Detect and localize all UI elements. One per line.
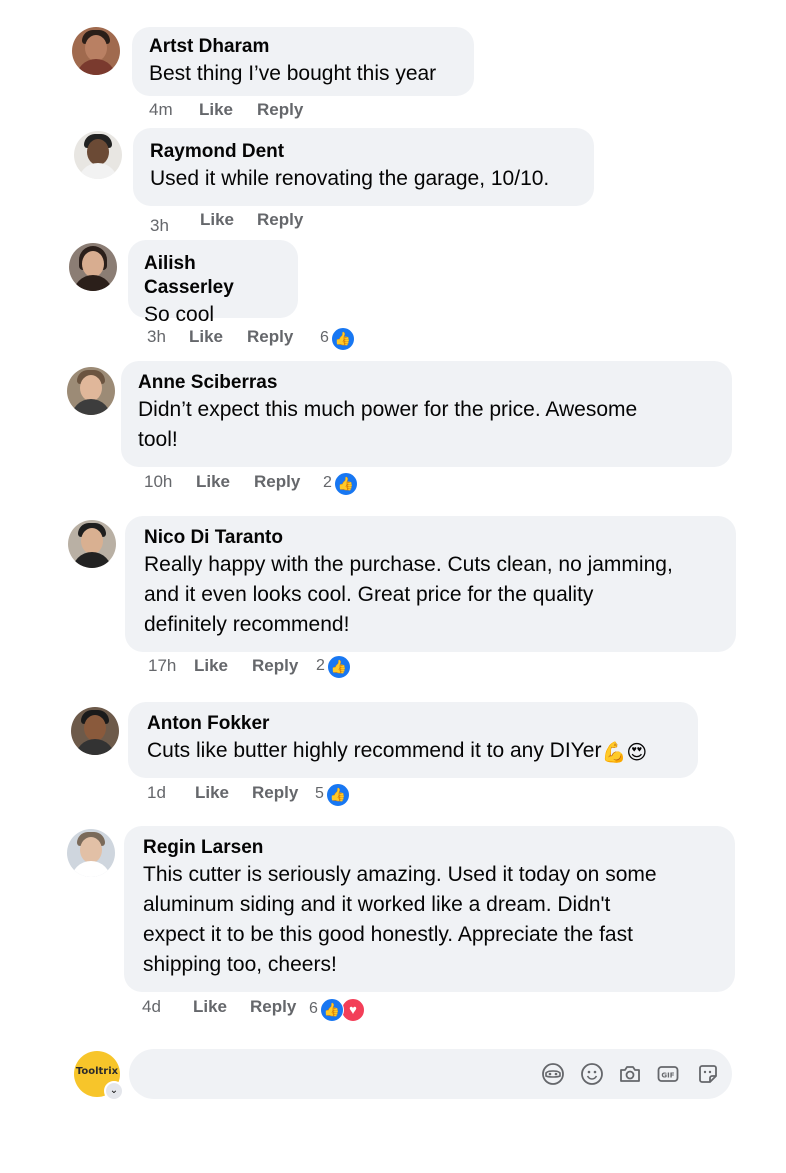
emoji-icon[interactable] — [580, 1062, 604, 1086]
user-avatar[interactable] — [67, 829, 115, 877]
commenter-name[interactable]: Regin Larsen — [143, 836, 721, 860]
reply-button[interactable]: Reply — [257, 100, 303, 120]
comment-text: shipping too, cheers! — [143, 953, 337, 976]
sticker-icon[interactable] — [696, 1062, 720, 1086]
like-reaction-icon: 👍 — [326, 783, 350, 807]
comment-text: definitely recommend! — [144, 613, 350, 636]
like-button[interactable]: Like — [200, 210, 234, 230]
heart-eyes-emoji-icon: 😍 — [626, 742, 648, 764]
reaction-summary[interactable]: 6 👍 ♥ — [309, 998, 369, 1022]
reply-button[interactable]: Reply — [257, 210, 303, 230]
comment-text: and it even looks cool. Great price for … — [144, 583, 594, 606]
avatar-sticker-icon[interactable] — [541, 1062, 565, 1086]
comment-composer[interactable]: GIF — [129, 1049, 732, 1099]
page-avatar[interactable]: Tooltrix ⌄ — [74, 1051, 124, 1101]
reply-button[interactable]: Reply — [250, 997, 296, 1017]
comment-time[interactable]: 4m — [149, 100, 173, 120]
flexed-biceps-emoji-icon: 💪 — [601, 742, 627, 764]
commenter-name[interactable]: Ailish Casserley — [144, 252, 284, 300]
reaction-summary[interactable]: 6 👍 — [320, 327, 356, 351]
reply-button[interactable]: Reply — [252, 783, 298, 803]
comment-text: This cutter is seriously amazing. Used i… — [143, 863, 657, 886]
comment-text: Cuts like butter highly recommend it to … — [147, 736, 684, 766]
comment-text: expect it to be this good honestly. Appr… — [143, 923, 633, 946]
reaction-count: 6 — [320, 329, 329, 346]
user-avatar[interactable] — [74, 131, 122, 179]
camera-icon[interactable] — [618, 1062, 642, 1086]
comment-bubble: Artst Dharam Best thing I’ve bought this… — [132, 27, 474, 96]
svg-text:GIF: GIF — [661, 1072, 674, 1080]
user-avatar[interactable] — [72, 27, 120, 75]
comment-time[interactable]: 1d — [147, 783, 166, 803]
reaction-summary[interactable]: 2 👍 — [316, 655, 352, 679]
comment-text: Best thing I’ve bought this year — [149, 62, 437, 85]
reaction-summary[interactable]: 2 👍 — [323, 472, 359, 496]
comment-text-content: Cuts like butter highly recommend it to … — [147, 739, 602, 762]
commenter-name[interactable]: Nico Di Taranto — [144, 526, 722, 550]
reaction-count: 6 — [309, 1000, 318, 1017]
comment-bubble: Raymond Dent Used it while renovating th… — [133, 128, 594, 206]
love-reaction-icon: ♥ — [341, 998, 365, 1022]
user-avatar[interactable] — [71, 707, 119, 755]
like-button[interactable]: Like — [195, 783, 229, 803]
like-button[interactable]: Like — [193, 997, 227, 1017]
like-button[interactable]: Like — [194, 656, 228, 676]
reply-button[interactable]: Reply — [252, 656, 298, 676]
comment-time[interactable]: 3h — [147, 327, 166, 347]
comment-time[interactable]: 10h — [144, 472, 172, 492]
like-reaction-icon: 👍 — [331, 327, 355, 351]
comment-bubble: Nico Di Taranto Really happy with the pu… — [125, 516, 736, 652]
comment-text: Used it while renovating the garage, 10/… — [150, 167, 550, 190]
commenter-name[interactable]: Artst Dharam — [149, 35, 460, 59]
user-avatar[interactable] — [69, 243, 117, 291]
comment-text: Didn’t expect this much power for the pr… — [138, 398, 638, 421]
like-reaction-icon: 👍 — [320, 998, 344, 1022]
like-button[interactable]: Like — [196, 472, 230, 492]
comment-time[interactable]: 17h — [148, 656, 176, 676]
comment-text: Really happy with the purchase. Cuts cle… — [144, 553, 673, 576]
reaction-count: 2 — [323, 474, 332, 491]
comment-bubble: Anne Sciberras Didn’t expect this much p… — [121, 361, 732, 467]
like-button[interactable]: Like — [199, 100, 233, 120]
comment-bubble: Ailish Casserley So cool — [128, 240, 298, 326]
reaction-count: 2 — [316, 657, 325, 674]
comment-text: tool! — [138, 428, 178, 451]
comment-input[interactable] — [145, 1061, 529, 1089]
user-avatar[interactable] — [68, 520, 116, 568]
comment-bubble: Anton Fokker Cuts like butter highly rec… — [128, 702, 698, 778]
gif-icon[interactable]: GIF — [656, 1062, 680, 1086]
comment-time[interactable]: 3h — [150, 216, 169, 236]
user-avatar[interactable] — [67, 367, 115, 415]
comment-text: aluminum siding and it worked like a dre… — [143, 893, 611, 916]
reply-button[interactable]: Reply — [254, 472, 300, 492]
chevron-down-icon[interactable]: ⌄ — [104, 1081, 124, 1101]
commenter-name[interactable]: Anne Sciberras — [138, 371, 718, 395]
commenter-name[interactable]: Anton Fokker — [147, 712, 684, 736]
commenter-name[interactable]: Raymond Dent — [150, 140, 580, 164]
comment-text: So cool — [144, 303, 215, 326]
reaction-count: 5 — [315, 785, 324, 802]
reply-button[interactable]: Reply — [247, 327, 293, 347]
comment-bubble: Regin Larsen This cutter is seriously am… — [124, 826, 735, 992]
like-reaction-icon: 👍 — [334, 472, 358, 496]
comment-time[interactable]: 4d — [142, 997, 161, 1017]
page-logo: Tooltrix — [75, 1066, 119, 1077]
like-button[interactable]: Like — [189, 327, 223, 347]
like-reaction-icon: 👍 — [327, 655, 351, 679]
reaction-summary[interactable]: 5 👍 — [315, 783, 351, 807]
